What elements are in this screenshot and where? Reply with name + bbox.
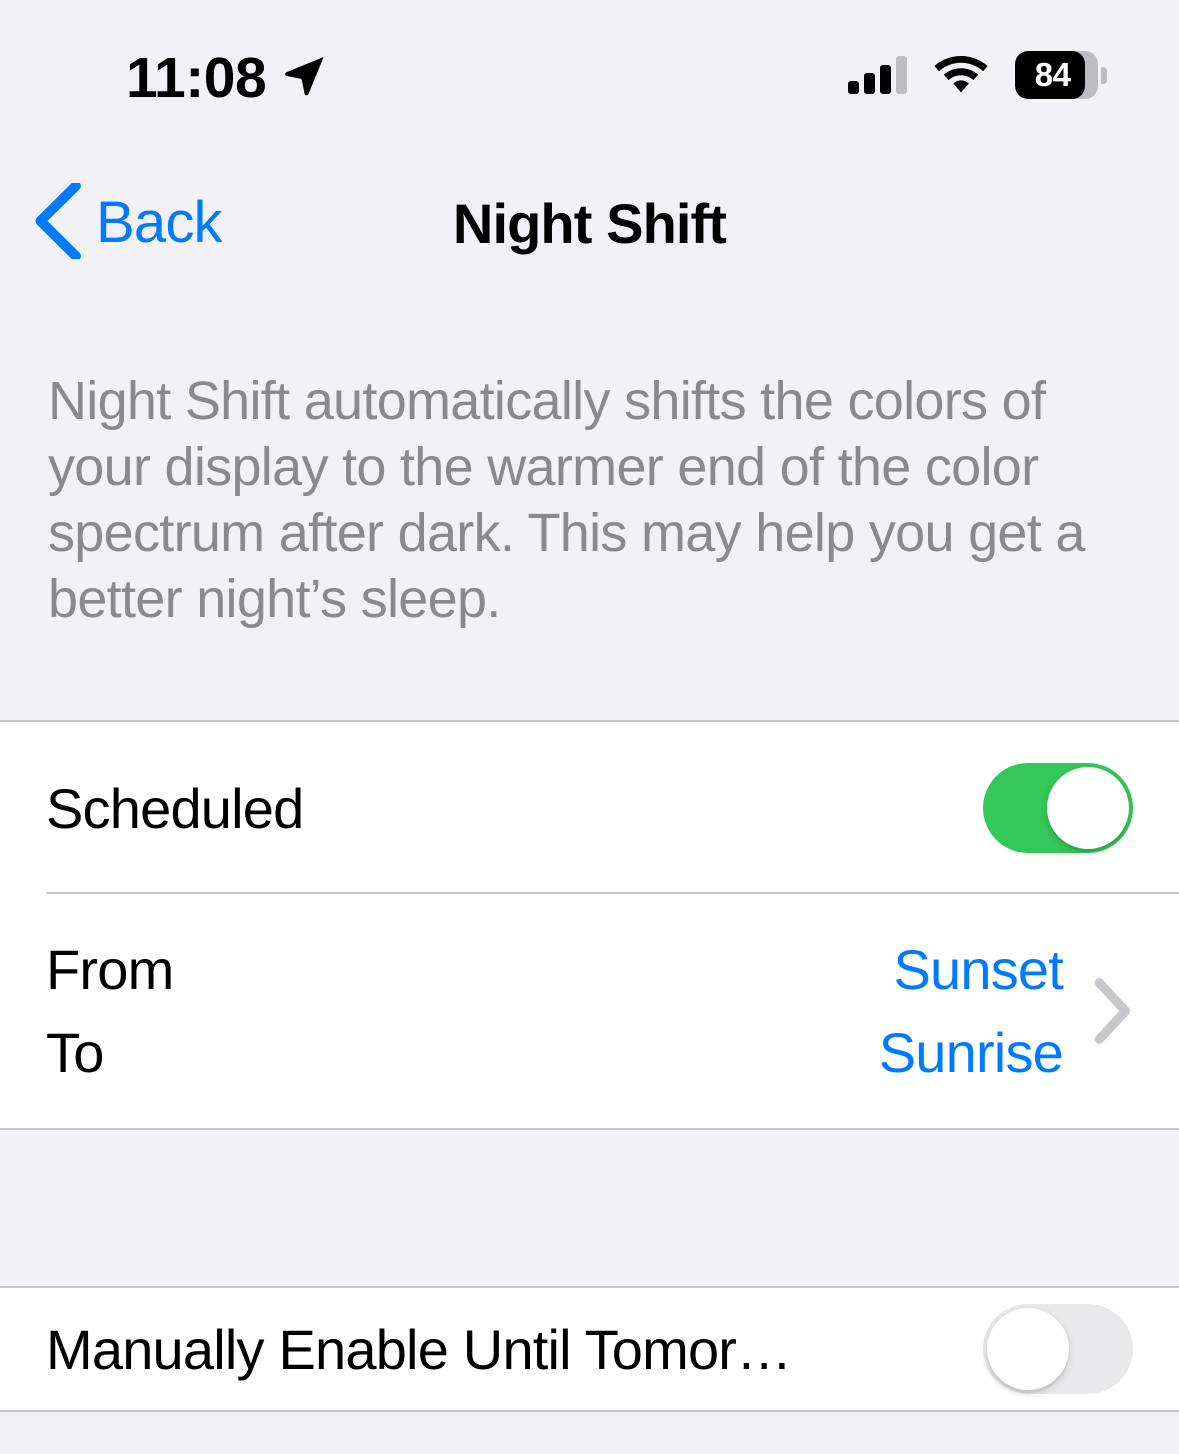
status-bar-clock: 11:08 xyxy=(126,45,267,110)
navigation-bar: Back Night Shift xyxy=(0,150,1179,296)
scheduled-toggle[interactable] xyxy=(983,763,1133,853)
manual-enable-label: Manually Enable Until Tomor… xyxy=(46,1317,792,1381)
manual-enable-toggle[interactable] xyxy=(983,1304,1133,1394)
status-bar-left: 11:08 xyxy=(126,44,328,107)
battery-cap xyxy=(1101,66,1107,84)
to-value[interactable]: Sunrise xyxy=(879,1020,1064,1085)
wifi-icon xyxy=(933,52,989,99)
cellular-signal-icon xyxy=(848,56,907,94)
from-to-labels: From To xyxy=(46,937,174,1085)
from-to-values: Sunset Sunrise xyxy=(879,937,1064,1085)
schedule-settings-group: Scheduled From To Sunset Sunrise xyxy=(0,720,1179,1130)
location-arrow-icon xyxy=(280,52,328,105)
manual-enable-row[interactable]: Manually Enable Until Tomor… xyxy=(0,1288,1179,1410)
from-label: From xyxy=(46,938,174,1001)
manual-enable-toggle-knob xyxy=(987,1308,1069,1390)
scheduled-row[interactable]: Scheduled xyxy=(0,722,1179,894)
from-to-row[interactable]: From To Sunset Sunrise xyxy=(0,894,1179,1128)
from-value[interactable]: Sunset xyxy=(893,937,1063,1002)
status-bar-right: 84 xyxy=(848,51,1107,99)
battery-body: 84 xyxy=(1015,51,1099,99)
scheduled-toggle-knob xyxy=(1047,767,1129,849)
night-shift-description: Night Shift automatically shifts the col… xyxy=(48,371,1085,629)
manual-settings-group: Manually Enable Until Tomor… xyxy=(0,1286,1179,1412)
status-bar: 11:08 84 xyxy=(0,0,1179,150)
scheduled-label: Scheduled xyxy=(46,776,304,840)
page-title: Night Shift xyxy=(452,191,727,255)
battery-percent-label: 84 xyxy=(1034,56,1071,93)
chevron-right-icon xyxy=(1093,978,1133,1044)
battery-icon: 84 xyxy=(1015,51,1107,99)
to-label: To xyxy=(46,1021,104,1084)
night-shift-settings-screen: 11:08 84 Back Night Shift Night Shift au… xyxy=(0,0,1179,1454)
row-separator xyxy=(46,892,1179,894)
